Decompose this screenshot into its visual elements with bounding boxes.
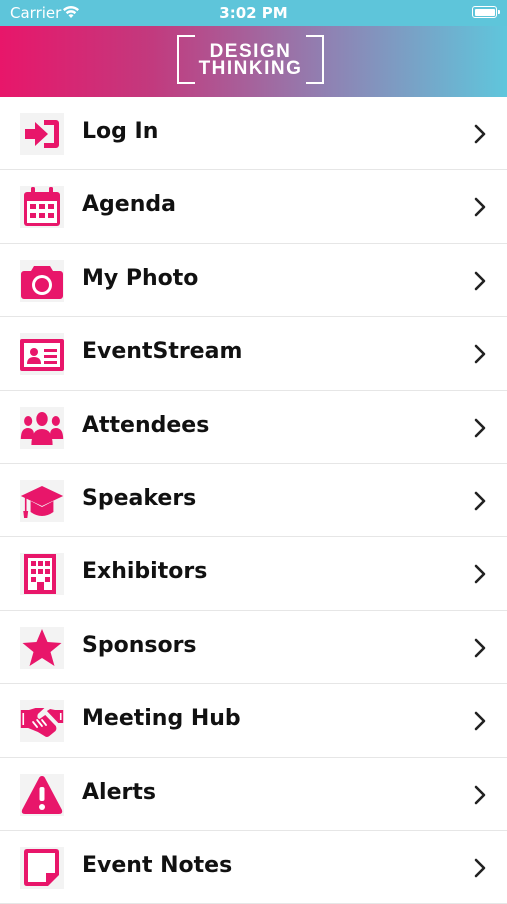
chevron-right-icon [473,637,487,659]
menu-item-eventstream[interactable]: EventStream [0,317,507,391]
id-card-icon [20,333,64,376]
menu-item-label: My Photo [82,265,199,291]
menu-item-meeting-hub[interactable]: Meeting Hub [0,684,507,758]
chevron-right-icon [473,710,487,732]
menu-item-speakers[interactable]: Speakers [0,464,507,538]
menu-item-label: Event Notes [82,852,233,878]
chevron-right-icon [473,490,487,512]
menu-item-exhibitors[interactable]: Exhibitors [0,537,507,611]
building-icon [20,553,64,596]
logo-line-2: THINKING [198,58,303,79]
menu-item-my-photo[interactable]: My Photo [0,244,507,318]
chevron-right-icon [473,196,487,218]
login-icon [20,113,64,155]
menu-item-sponsors[interactable]: Sponsors [0,611,507,685]
camera-icon [20,259,64,302]
chevron-right-icon [473,857,487,879]
menu-item-label: Alerts [82,779,156,805]
chevron-right-icon [473,417,487,439]
calendar-icon [20,186,64,229]
star-icon [20,626,64,669]
menu-item-agenda[interactable]: Agenda [0,170,507,244]
menu-item-alerts[interactable]: Alerts [0,758,507,831]
warning-icon [20,773,64,816]
menu-item-label: Log In [82,119,159,144]
menu-item-label: Attendees [82,412,210,438]
chevron-right-icon [473,123,487,145]
menu-item-label: Agenda [82,192,176,218]
users-icon [20,406,64,449]
logo-text: DESIGN THINKING [177,42,324,79]
menu-item-label: Speakers [82,485,197,511]
design-thinking-logo: DESIGN THINKING [177,35,324,84]
menu-item-attendees[interactable]: Attendees [0,391,507,464]
battery-icon [472,6,500,18]
chevron-right-icon [473,343,487,365]
menu-item-log-in[interactable]: Log In [0,97,507,171]
menu-item-label: Exhibitors [82,559,208,585]
chevron-right-icon [473,784,487,806]
status-bar: Carrier 3:02 PM [0,0,507,26]
main-menu: Log In Agenda My Photo EventStream Atten… [0,97,507,904]
menu-item-label: EventStream [82,339,243,365]
menu-item-event-notes[interactable]: Event Notes [0,831,507,904]
chevron-right-icon [473,563,487,585]
graduation-cap-icon [20,479,64,522]
app-header: DESIGN THINKING [0,26,507,97]
menu-item-label: Sponsors [82,632,197,658]
status-time: 3:02 PM [219,4,288,22]
handshake-icon [20,700,64,743]
chevron-right-icon [473,270,487,292]
note-icon [20,846,64,889]
menu-item-label: Meeting Hub [82,706,241,732]
